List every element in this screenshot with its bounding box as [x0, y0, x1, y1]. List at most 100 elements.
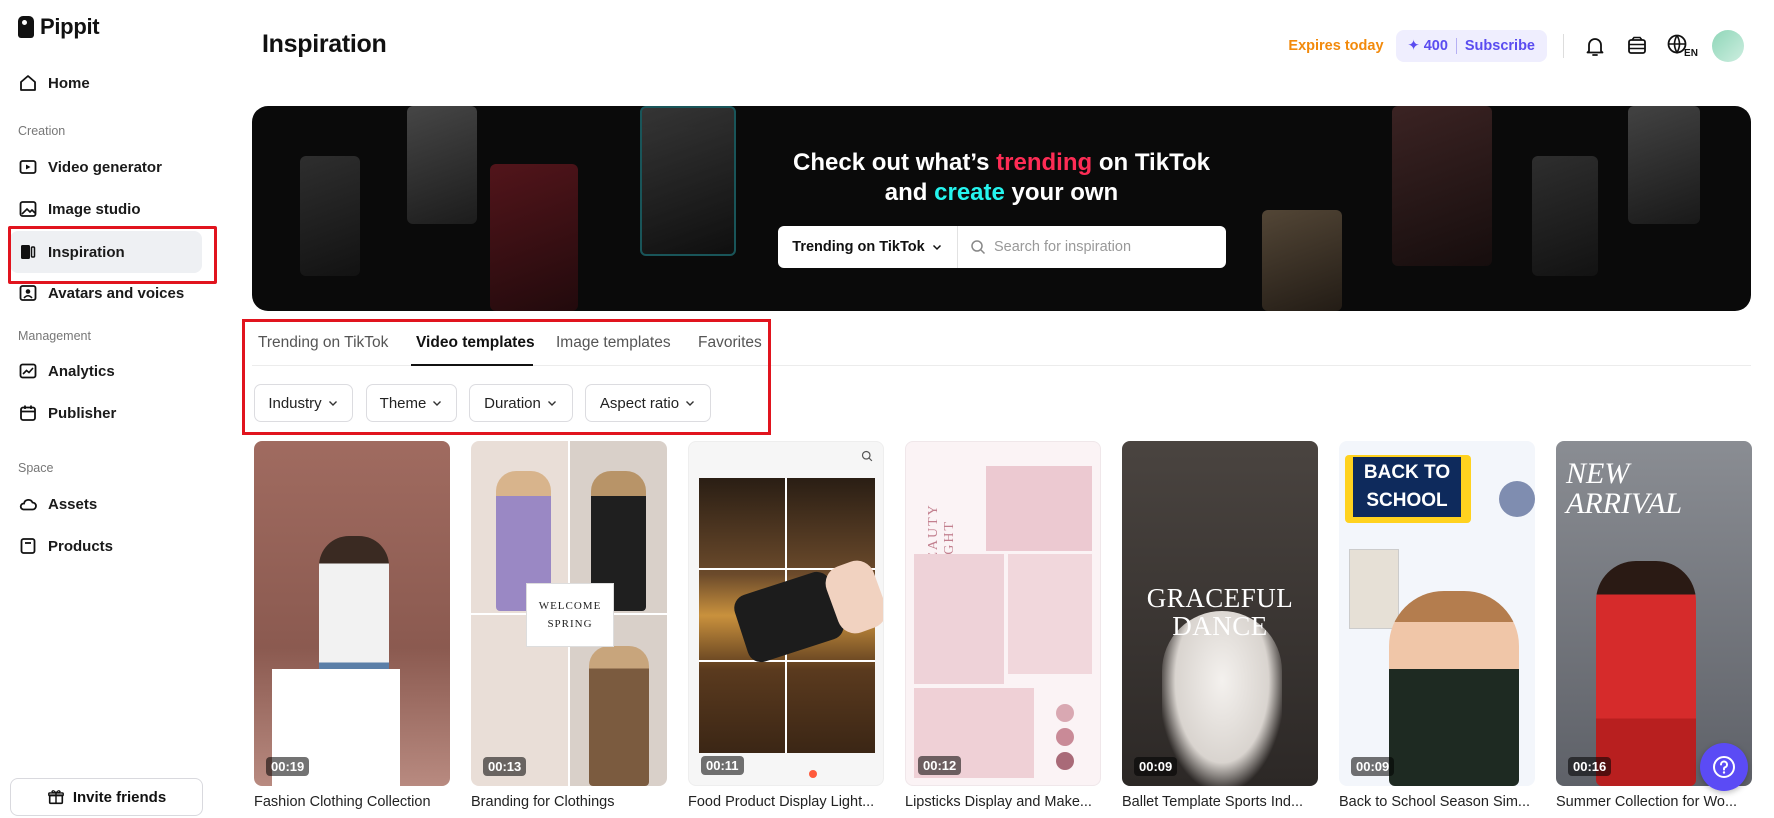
sidebar-item-inspiration[interactable]: Inspiration	[10, 231, 202, 273]
subscribe-link[interactable]: Subscribe	[1465, 38, 1535, 54]
duration-badge: 00:19	[266, 757, 310, 776]
gift-icon	[47, 790, 64, 805]
bell-icon	[1586, 38, 1604, 56]
chevron-down-icon	[433, 401, 442, 406]
pippit-logo-icon	[18, 16, 34, 38]
language-button[interactable]: EN	[1664, 31, 1700, 61]
template-title[interactable]: Fashion Clothing Collection	[254, 794, 454, 810]
sidebar-item-label: Video generator	[48, 158, 162, 176]
sidebar: Pippit Home Creation Video generator Ima…	[0, 0, 222, 818]
page-title: Inspiration	[262, 30, 387, 58]
sidebar-item-label: Assets	[48, 495, 98, 513]
credits-divider	[1455, 38, 1457, 54]
student-figure	[1389, 591, 1519, 786]
template-title[interactable]: Food Product Display Light...	[688, 794, 888, 810]
filter-theme-dropdown[interactable]: Theme	[366, 384, 457, 422]
sidebar-item-label: Avatars and voices	[48, 284, 185, 302]
model-figure	[589, 646, 649, 786]
template-card[interactable]: WELCOME SPRING 00:13	[471, 441, 667, 786]
pippit-logo[interactable]: Pippit	[18, 14, 100, 40]
template-title[interactable]: Back to School Season Sim...	[1339, 794, 1539, 810]
home-icon	[20, 75, 36, 91]
video-generator-icon	[19, 160, 37, 174]
user-avatar[interactable]	[1712, 30, 1744, 62]
template-card[interactable]: 00:11	[688, 441, 884, 786]
search-input[interactable]	[994, 239, 1214, 255]
notifications-button[interactable]	[1580, 31, 1610, 61]
template-card[interactable]: GRACEFUL DANCE 00:09	[1122, 441, 1318, 786]
model-figure	[1596, 561, 1696, 786]
sidebar-section-management: Management	[18, 329, 91, 343]
avatar-voice-icon	[19, 285, 37, 301]
search-source-label: Trending on TikTok	[792, 239, 925, 255]
sidebar-item-video-generator[interactable]: Video generator	[10, 146, 202, 188]
duration-badge: 00:16	[1568, 757, 1612, 776]
sidebar-item-products[interactable]: Products	[10, 525, 202, 567]
cloud-icon	[19, 498, 37, 511]
template-title[interactable]: Ballet Template Sports Ind...	[1122, 794, 1322, 810]
template-title[interactable]: Branding for Clothings	[471, 794, 671, 810]
search-source-dropdown[interactable]: Trending on TikTok	[778, 226, 958, 268]
sidebar-item-assets[interactable]: Assets	[10, 483, 202, 525]
filter-label: Duration	[484, 394, 541, 412]
duration-badge: 00:09	[1351, 757, 1395, 776]
sidebar-item-avatars-and-voices[interactable]: Avatars and voices	[10, 272, 202, 314]
card-overlay-text: GRACEFUL DANCE	[1146, 583, 1294, 641]
app-name: Pippit	[40, 14, 100, 39]
product-box-icon	[20, 538, 36, 554]
credits-subscribe-pill[interactable]: ✦ 400 Subscribe	[1395, 30, 1547, 62]
search-icon	[861, 450, 873, 462]
template-card[interactable]: BACK TO SCHOOL 00:09	[1339, 441, 1535, 786]
help-question-icon	[1713, 756, 1735, 778]
sidebar-item-home[interactable]: Home	[10, 62, 202, 104]
swatch-dot	[1056, 728, 1074, 746]
sidebar-item-label: Home	[48, 74, 90, 92]
tab-image-templates[interactable]: Image templates	[556, 334, 671, 352]
banner-headline: Check out what’s trending on TikTok and …	[252, 148, 1751, 208]
sidebar-item-label: Analytics	[48, 362, 115, 380]
trending-banner: Check out what’s trending on TikTok and …	[252, 106, 1751, 311]
lipstick-photo	[986, 466, 1092, 551]
sidebar-item-publisher[interactable]: Publisher	[10, 392, 202, 434]
duration-badge: 00:13	[483, 757, 527, 776]
grid-divider	[699, 660, 875, 662]
chevron-down-icon	[328, 401, 337, 406]
search-icon	[971, 240, 986, 255]
template-title[interactable]: Lipsticks Display and Make...	[905, 794, 1105, 810]
template-title[interactable]: Summer Collection for Wo...	[1556, 794, 1756, 810]
duration-badge: 00:09	[1134, 757, 1178, 776]
credits-wallet-button[interactable]	[1622, 31, 1652, 61]
template-card[interactable]: BEAUTY LIGHT 00:12	[905, 441, 1101, 786]
credits-count: ✦ 400	[1407, 38, 1448, 54]
inspiration-icon	[21, 245, 36, 259]
inspiration-search-bar: Trending on TikTok	[778, 226, 1226, 268]
template-card[interactable]: NEW ARRIVAL 00:16	[1556, 441, 1752, 786]
filter-label: Theme	[379, 394, 427, 412]
sidebar-item-label: Publisher	[48, 404, 117, 422]
sidebar-item-label: Inspiration	[48, 243, 125, 261]
invite-friends-button[interactable]: Invite friends	[10, 778, 203, 816]
card-overlay-text: WELCOME SPRING	[526, 583, 614, 647]
chevron-down-icon	[547, 401, 556, 406]
tab-trending-on-tiktok[interactable]: Trending on TikTok	[258, 334, 388, 352]
sidebar-item-label: Image studio	[48, 200, 141, 218]
filter-industry-dropdown[interactable]: Industry	[254, 384, 353, 422]
duration-badge: 00:11	[701, 756, 744, 775]
language-code: EN	[1684, 47, 1698, 59]
help-button[interactable]	[1700, 743, 1748, 791]
sidebar-section-space: Space	[18, 461, 54, 475]
filter-duration-dropdown[interactable]: Duration	[469, 384, 573, 422]
card-overlay-text: NEW ARRIVAL	[1566, 457, 1683, 520]
filter-label: Aspect ratio	[599, 394, 680, 412]
filter-aspect-ratio-dropdown[interactable]: Aspect ratio	[585, 384, 711, 422]
banner-thumbnail	[1262, 210, 1342, 311]
sidebar-item-image-studio[interactable]: Image studio	[10, 188, 202, 230]
search-field[interactable]	[958, 226, 1226, 268]
sidebar-item-analytics[interactable]: Analytics	[10, 350, 202, 392]
banner-headline-line2: and create your own	[884, 179, 1119, 206]
tab-video-templates[interactable]: Video templates	[416, 334, 535, 352]
chevron-down-icon	[686, 401, 695, 406]
tab-favorites[interactable]: Favorites	[698, 334, 762, 352]
expires-today-label[interactable]: Expires today	[1288, 38, 1383, 54]
template-card[interactable]: 00:19	[254, 441, 450, 786]
